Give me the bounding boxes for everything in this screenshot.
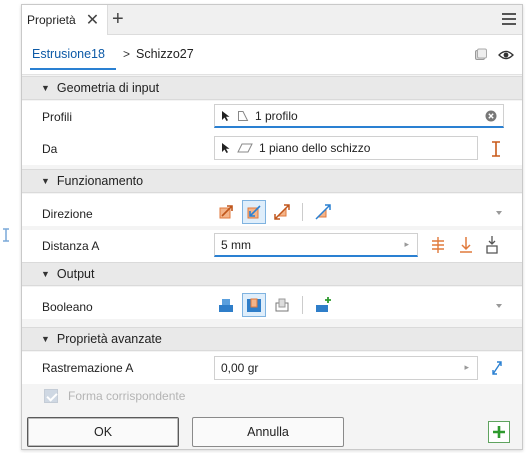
tab-label: Proprietà [27, 13, 76, 27]
distance-a-field[interactable]: 5 mm ▸ [214, 233, 418, 257]
breadcrumb: Estrusione18 > Schizzo27 [22, 35, 522, 75]
eye-icon[interactable] [498, 48, 514, 62]
chevron-down-icon[interactable] [496, 304, 502, 308]
row-match-shape: Forma corrispondente [22, 384, 522, 410]
match-shape-checkbox[interactable] [44, 389, 58, 403]
boolean-label: Booleano [42, 300, 93, 314]
ok-button[interactable]: OK [27, 417, 179, 447]
tab-bar: Proprietà ✕ + [22, 5, 522, 35]
direction-symmetric-button[interactable] [270, 200, 294, 224]
boolean-cut-button[interactable] [242, 293, 266, 317]
cursor-arrow-icon [222, 143, 230, 153]
profile-icon [238, 110, 249, 121]
cursor-arrow-icon [222, 110, 230, 121]
breadcrumb-underline [30, 68, 116, 70]
clear-circle-icon[interactable] [485, 110, 497, 122]
field-arrow-icon[interactable]: ▸ [404, 239, 409, 250]
cancel-button[interactable]: Annulla [192, 417, 344, 447]
collapse-triangle-icon: ▼ [41, 269, 50, 279]
close-icon[interactable]: ✕ [86, 10, 99, 30]
toolbar-separator [302, 203, 303, 221]
row-direction: Direzione [22, 194, 522, 226]
row-profiles: Profili 1 profilo [22, 101, 522, 133]
square-icon[interactable] [474, 48, 488, 62]
profiles-label: Profili [42, 110, 73, 124]
direction-default-button[interactable] [214, 200, 238, 224]
collapse-triangle-icon: ▼ [41, 176, 50, 186]
flip-icon[interactable] [490, 141, 502, 157]
breadcrumb-separator: > [123, 47, 131, 61]
boolean-intersect-button[interactable] [270, 293, 294, 317]
match-shape-label: Forma corrispondente [68, 389, 186, 403]
row-from: Da 1 piano dello schizzo [22, 133, 522, 165]
taper-flip-icon[interactable] [490, 360, 504, 376]
distance-a-label: Distanza A [42, 239, 100, 253]
add-tab-button[interactable]: + [112, 9, 124, 29]
profiles-value: 1 profilo [255, 108, 298, 123]
section-title: Geometria di input [56, 81, 160, 95]
hamburger-menu-icon[interactable] [502, 13, 516, 25]
row-boolean: Booleano [22, 287, 522, 319]
boolean-join-button[interactable] [214, 293, 238, 317]
extent-through-icon[interactable] [430, 236, 446, 254]
collapse-triangle-icon: ▼ [41, 334, 50, 344]
profiles-field[interactable]: 1 profilo [214, 104, 504, 128]
section-title: Proprietà avanzate [56, 332, 162, 346]
taper-a-field[interactable]: 0,00 gr ▸ [214, 356, 478, 380]
extent-between-icon[interactable] [484, 235, 500, 255]
direction-label: Direzione [42, 207, 93, 221]
background-bracket-icon [3, 228, 9, 242]
breadcrumb-parent-link[interactable]: Estrusione18 [32, 47, 105, 61]
row-taper-a: Rastremazione A 0,00 gr ▸ [22, 352, 522, 384]
taper-a-label: Rastremazione A [42, 361, 134, 375]
section-output[interactable]: ▼ Output [22, 262, 522, 286]
section-advanced[interactable]: ▼ Proprietà avanzate [22, 327, 522, 351]
breadcrumb-current: Schizzo27 [136, 47, 194, 61]
plane-icon [237, 143, 253, 153]
from-value: 1 piano dello schizzo [259, 141, 371, 155]
apply-plus-button[interactable] [488, 421, 510, 443]
tab-properties[interactable]: Proprietà ✕ [22, 5, 108, 35]
extent-to-icon[interactable] [458, 236, 474, 254]
field-arrow-icon[interactable]: ▸ [464, 362, 469, 373]
toolbar-separator [302, 296, 303, 314]
row-distance-a: Distanza A 5 mm ▸ [22, 230, 522, 262]
plus-icon [493, 426, 505, 438]
from-label: Da [42, 142, 58, 156]
section-input-geometry[interactable]: ▼ Geometria di input [22, 76, 522, 100]
section-behavior[interactable]: ▼ Funzionamento [22, 169, 522, 193]
direction-asymmetric-button[interactable] [311, 200, 335, 224]
taper-a-value: 0,00 gr [221, 361, 259, 375]
section-title: Output [56, 267, 95, 281]
distance-a-value: 5 mm [221, 237, 251, 252]
collapse-triangle-icon: ▼ [41, 83, 50, 93]
boolean-new-solid-button[interactable] [311, 293, 335, 317]
properties-panel: Proprietà ✕ + Estrusione18 > Schizzo27 ▼… [21, 4, 523, 450]
chevron-down-icon[interactable] [496, 211, 502, 215]
section-title: Funzionamento [56, 174, 144, 188]
from-field[interactable]: 1 piano dello schizzo [214, 136, 478, 160]
direction-flipped-button[interactable] [242, 200, 266, 224]
